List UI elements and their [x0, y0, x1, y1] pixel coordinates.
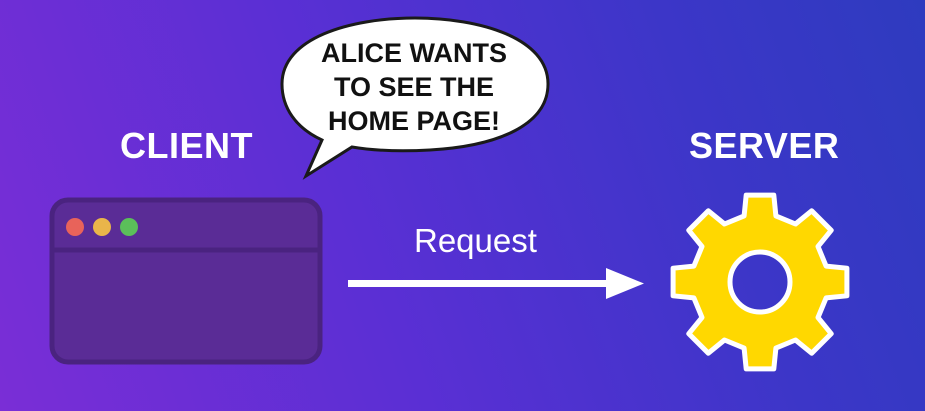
- browser-window-frame: [49, 197, 323, 365]
- arrow-shaft: [348, 280, 610, 287]
- request-label: Request: [414, 222, 537, 259]
- maximize-dot-icon: [120, 218, 138, 236]
- speech-bubble-text: ALICE WANTS TO SEE THE HOME PAGE!: [321, 38, 507, 136]
- browser-window-icon: [49, 197, 323, 365]
- close-dot-icon: [66, 218, 84, 236]
- request-arrow: [348, 268, 644, 299]
- server-label: SERVER: [689, 125, 840, 166]
- minimize-dot-icon: [93, 218, 111, 236]
- client-server-diagram: CLIENT SERVER ALICE WANTS TO SEE THE HOM…: [0, 0, 925, 411]
- client-label: CLIENT: [120, 125, 253, 166]
- gear-shape: [670, 192, 850, 372]
- gear-icon: [670, 192, 850, 372]
- arrow-head-icon: [606, 268, 644, 299]
